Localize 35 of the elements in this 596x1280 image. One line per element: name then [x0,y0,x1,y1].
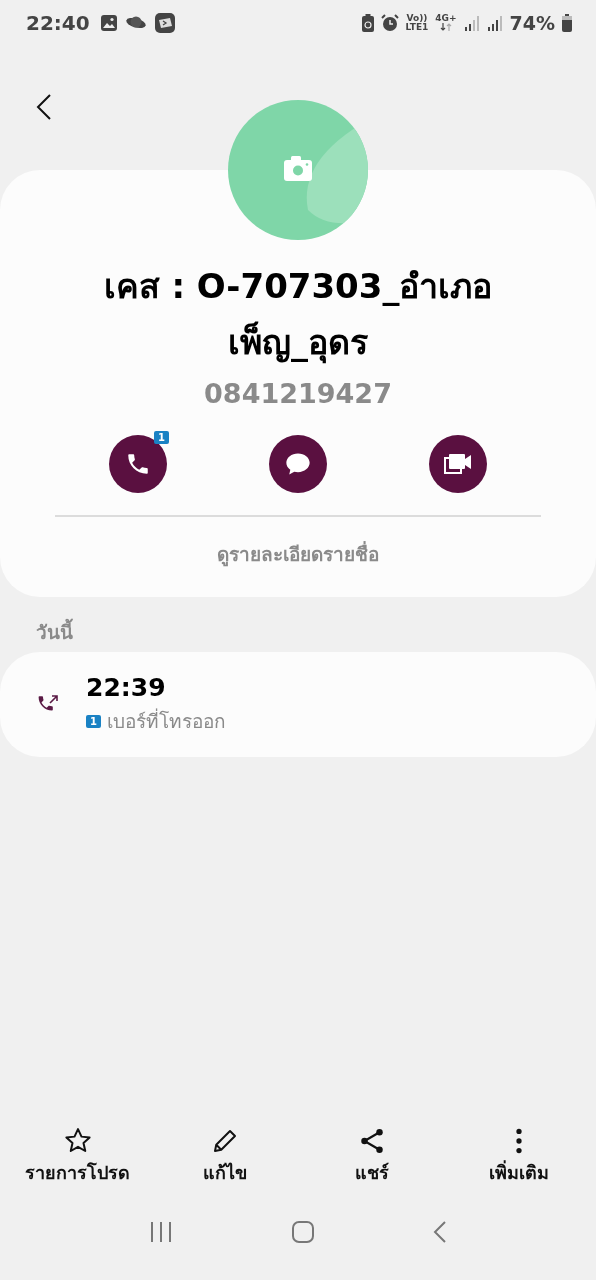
favorite-button[interactable]: รายการโปรด [7,1126,148,1196]
more-icon [515,1126,522,1156]
message-button[interactable] [269,435,327,493]
call-time: 22:39 [86,673,167,702]
lte-label: LTE1 [405,22,429,32]
app-icon [153,11,176,34]
more-button[interactable]: เพิ่มเติม [448,1126,589,1196]
recent-apps-icon[interactable] [149,1221,173,1243]
home-icon[interactable] [291,1220,315,1244]
edit-button[interactable]: แก้ไข [154,1126,295,1196]
video-camera-icon [443,451,473,477]
back-icon[interactable] [36,93,52,121]
battery-saver-icon [361,13,374,32]
share-button[interactable]: แชร์ [301,1126,442,1196]
sim-badge: 1 [86,714,101,728]
battery-percent: 74% [509,11,555,34]
signal-icon [486,14,503,31]
data-arrows-icon [439,23,452,31]
battery-icon [562,13,572,32]
status-time: 22:40 [26,10,90,35]
planet-icon [124,14,147,31]
phone-icon [125,451,151,477]
signal-icon [463,14,480,31]
section-title: วันนี้ [0,597,596,652]
call-type: เบอร์ที่โทรออก [106,707,226,734]
sim-badge: 1 [154,431,169,444]
call-button[interactable] [109,435,167,493]
video-call-button[interactable] [429,435,487,493]
phone-number: 0841219427 [204,378,392,409]
volte-label: Vo)) [406,13,428,23]
contact-name: เคส : O-707303_อำเภอเพ็ญ_อุดร [102,265,494,366]
call-log-item[interactable]: 22:39 1 เบอร์ที่โทรออก [0,652,596,757]
alarm-icon [380,13,399,32]
network-label: 4G+ [435,14,457,23]
gallery-icon [99,13,118,32]
